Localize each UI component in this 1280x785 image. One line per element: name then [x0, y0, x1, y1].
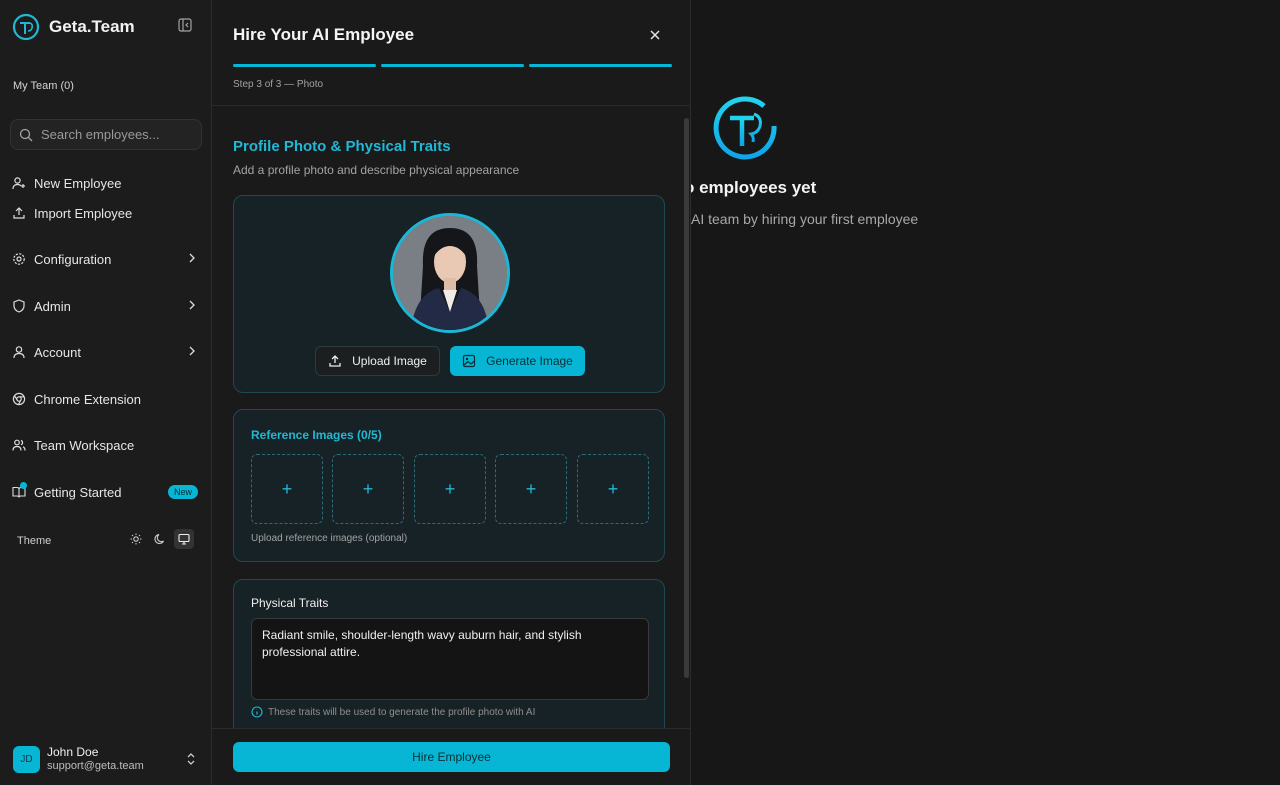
profile-photo-card: Upload Image Generate Image: [233, 195, 665, 393]
sidebar-item-configuration[interactable]: Configuration: [12, 247, 202, 271]
search-icon: [19, 128, 33, 141]
step-bar-3: [529, 64, 672, 67]
geta-logo-icon: [12, 13, 40, 41]
step-bar-1: [233, 64, 376, 67]
monitor-icon[interactable]: [174, 529, 194, 549]
plus-icon: +: [281, 478, 293, 499]
empty-title: o employees yet: [684, 178, 817, 197]
physical-traits-input[interactable]: Radiant smile, shoulder-length wavy aubu…: [251, 618, 649, 700]
gear-icon: [12, 252, 26, 266]
brand-name: Geta.Team: [49, 17, 135, 36]
info-icon: [251, 706, 263, 718]
plus-icon: +: [607, 478, 619, 499]
avatar: JD: [13, 745, 40, 773]
reference-slot-3[interactable]: +: [414, 454, 486, 524]
user-name: John Doe: [47, 745, 99, 760]
sidebar-item-admin[interactable]: Admin: [12, 294, 202, 318]
team-label[interactable]: My Team (0): [13, 80, 74, 92]
upload-icon: [329, 355, 341, 367]
reference-slot-2[interactable]: +: [332, 454, 404, 524]
sidebar-item-label: Account: [34, 344, 81, 360]
sidebar-item-account[interactable]: Account: [12, 340, 202, 364]
chevron-right-icon: [186, 252, 198, 264]
sidebar: Geta.Team My Team (0) New Employee Impor…: [0, 0, 212, 785]
empty-subtitle: AI team by hiring your first employee: [691, 211, 919, 227]
physical-traits-label: Physical Traits: [251, 596, 329, 610]
sidebar-item-getting-started[interactable]: Getting Started New: [12, 480, 202, 504]
brand[interactable]: Geta.Team: [12, 12, 135, 42]
sidebar-item-label: Team Workspace: [34, 437, 135, 453]
reference-images-card: Reference Images (0/5) + + + + + Upload …: [233, 409, 665, 562]
hire-employee-button[interactable]: Hire Employee: [233, 742, 670, 772]
users-icon: [12, 438, 26, 452]
physical-traits-card: Physical Traits Radiant smile, shoulder-…: [233, 579, 665, 728]
chevron-right-icon: [186, 345, 198, 357]
theme-label: Theme: [17, 535, 52, 547]
upload-image-button[interactable]: Upload Image: [315, 346, 440, 376]
hire-employee-panel: Hire Your AI Employee Step 3 of 3 — Phot…: [212, 0, 691, 785]
physical-traits-hint-text: These traits will be used to generate th…: [268, 706, 536, 718]
user-email: support@geta.team: [47, 759, 144, 772]
profile-photo: [390, 213, 510, 333]
sidebar-item-label: Import Employee: [34, 205, 133, 221]
user-icon: [12, 345, 26, 359]
notification-dot: [20, 482, 27, 489]
plus-icon: +: [362, 478, 374, 499]
step-label: Step 3 of 3 — Photo: [233, 79, 324, 90]
sidebar-item-label: Configuration: [34, 251, 112, 267]
moon-icon[interactable]: [150, 529, 170, 549]
search-box[interactable]: [10, 119, 202, 150]
plus-icon: +: [525, 478, 537, 499]
sidebar-item-label: Getting Started: [34, 484, 122, 500]
sidebar-item-chrome-extension[interactable]: Chrome Extension: [12, 387, 202, 411]
panel-header: Hire Your AI Employee Step 3 of 3 — Phot…: [212, 0, 690, 106]
chevron-right-icon: [186, 299, 198, 311]
panel-footer: Hire Employee: [212, 728, 690, 785]
plus-icon: +: [444, 478, 456, 499]
chrome-icon: [12, 392, 26, 406]
theme-selector: Theme: [17, 529, 197, 551]
sidebar-item-label: New Employee: [34, 175, 122, 191]
upload-icon: [12, 206, 26, 220]
book-icon: [12, 482, 27, 499]
generate-image-button[interactable]: Generate Image: [450, 346, 585, 376]
reference-slot-5[interactable]: +: [577, 454, 649, 524]
section-title: Profile Photo & Physical Traits: [233, 138, 451, 155]
sun-icon[interactable]: [126, 529, 146, 549]
new-badge: New: [167, 485, 198, 499]
step-progress: [233, 64, 672, 67]
panel-scroll-area[interactable]: Profile Photo & Physical Traits Add a pr…: [212, 106, 690, 728]
search-input[interactable]: [41, 127, 191, 142]
generate-image-label: Generate Image: [486, 354, 573, 368]
chevron-up-down-icon: [185, 752, 197, 771]
user-menu[interactable]: JD John Doe support@geta.team: [13, 744, 201, 774]
image-icon: [463, 354, 476, 368]
main-empty-state: o employees yet AI team by hiring your f…: [684, 0, 1280, 785]
sidebar-item-import-employee[interactable]: Import Employee: [12, 201, 202, 225]
reference-images-title: Reference Images (0/5): [251, 428, 382, 442]
sidebar-item-new-employee[interactable]: New Employee: [12, 171, 202, 195]
reference-slot-4[interactable]: +: [495, 454, 567, 524]
upload-image-label: Upload Image: [352, 354, 427, 368]
sidebar-item-team-workspace[interactable]: Team Workspace: [12, 433, 202, 457]
sidebar-item-label: Chrome Extension: [34, 391, 141, 407]
user-plus-icon: [12, 176, 26, 190]
step-bar-2: [381, 64, 524, 67]
physical-traits-hint: These traits will be used to generate th…: [251, 706, 535, 718]
sidebar-collapse-icon[interactable]: [178, 18, 194, 34]
panel-title: Hire Your AI Employee: [233, 25, 415, 44]
panel-scrollbar[interactable]: [684, 118, 689, 678]
sidebar-item-label: Admin: [34, 298, 71, 314]
section-subtitle: Add a profile photo and describe physica…: [233, 163, 520, 177]
geta-logo-large-icon: [712, 92, 780, 165]
shield-icon: [12, 299, 26, 313]
close-icon[interactable]: [648, 28, 662, 42]
reference-slot-1[interactable]: +: [251, 454, 323, 524]
reference-images-hint: Upload reference images (optional): [251, 533, 408, 544]
